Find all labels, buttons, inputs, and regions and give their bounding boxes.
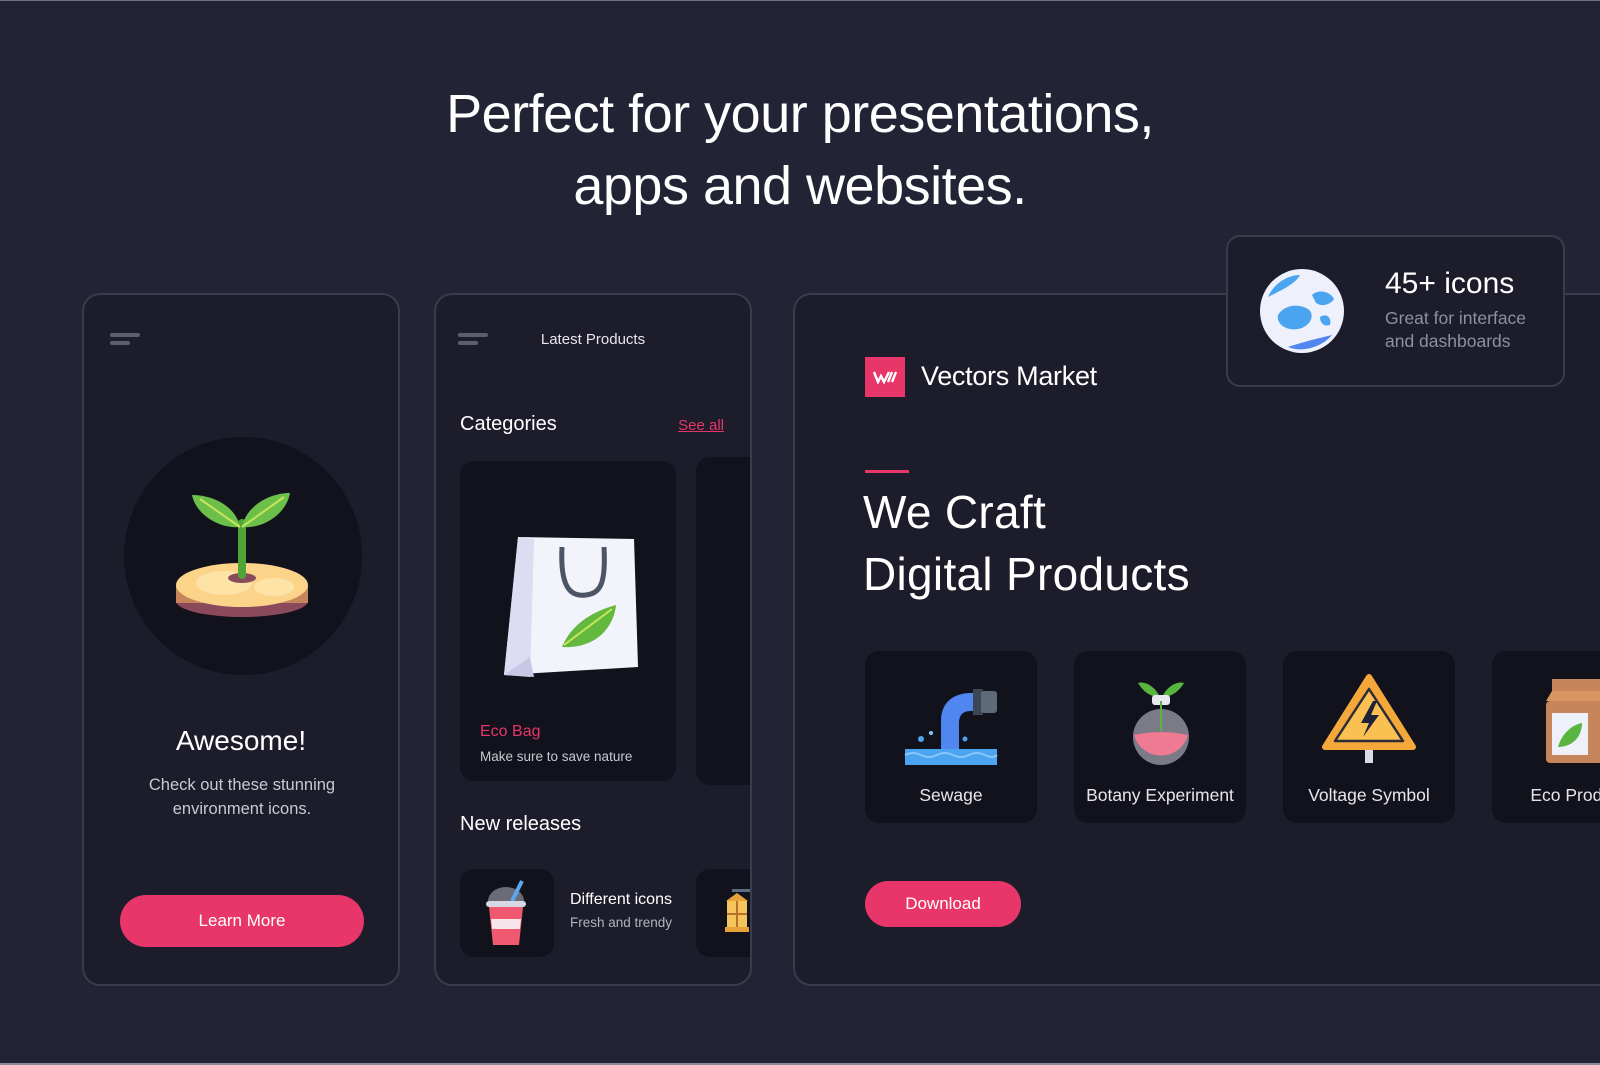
new-releases-title: New releases (460, 813, 582, 835)
category-description: Make sure to save nature (480, 749, 633, 764)
brand-name: Vectors Market (921, 361, 1097, 391)
voltage-warning-icon (1322, 674, 1416, 763)
icon-count-subtitle: Great for interface and dashboards (1385, 307, 1526, 353)
top-border (0, 0, 1600, 1)
hero-title-line-1: We Craft (863, 486, 1047, 538)
drink-cup-icon (486, 880, 526, 945)
release-subtitle: Fresh and trendy (570, 915, 673, 930)
release-thumbnail[interactable] (460, 869, 554, 957)
see-all-link[interactable]: See all (678, 417, 724, 434)
category-card-eco-bag[interactable]: Eco Bag Make sure to save nature (460, 461, 676, 781)
eco-bag-icon (504, 537, 638, 677)
icon-count-title: 45+ icons (1385, 267, 1515, 300)
vectors-market-logo-icon (873, 371, 897, 384)
botany-flask-icon (1133, 682, 1189, 765)
icon-card-voltage-symbol[interactable]: Voltage Symbol (1283, 651, 1455, 823)
categories-title: Categories (460, 413, 557, 435)
headline-line-1: Perfect for your presentations, (446, 84, 1154, 144)
learn-more-button[interactable]: Learn More (120, 895, 364, 947)
lantern-icon (725, 889, 750, 932)
illustration-circle (124, 437, 362, 675)
icon-card-botany-experiment[interactable]: Botany Experiment (1074, 651, 1246, 823)
onboarding-description: Check out these stunning environment ico… (114, 773, 370, 821)
headline-line-2: apps and websites. (573, 156, 1027, 216)
release-title: Different icons (570, 891, 672, 908)
globe-icon (1260, 269, 1344, 353)
icon-count-card: 45+ icons Great for interface and dashbo… (1226, 235, 1565, 387)
icon-count-subtitle-line-2: and dashboards (1385, 331, 1511, 351)
onboarding-description-line-1: Check out these stunning (148, 776, 336, 794)
onboarding-description-line-2: environment icons. (172, 800, 312, 818)
icon-card-label: Voltage Symbol (1308, 785, 1430, 805)
category-card-next[interactable] (696, 457, 750, 785)
hamburger-menu-icon[interactable] (110, 333, 140, 347)
sprout-on-wood-slice-icon (176, 493, 308, 617)
onboarding-phone-card: Awesome! Check out these stunning enviro… (82, 293, 400, 986)
products-phone-card: Latest Products Categories See all Eco B… (434, 293, 752, 986)
products-header-title: Latest Products (540, 331, 646, 348)
eco-product-box-icon (1546, 679, 1600, 763)
release-thumbnail-next[interactable] (696, 869, 750, 957)
icon-card-label: Eco Product (1530, 785, 1600, 805)
icon-card-label: Sewage (919, 785, 983, 805)
page-headline: Perfect for your presentations, apps and… (0, 78, 1600, 222)
brand-logo[interactable] (865, 357, 905, 397)
accent-divider (865, 470, 909, 473)
icon-card-eco-product[interactable]: Eco Product (1492, 651, 1600, 823)
icon-count-subtitle-line-1: Great for interface (1385, 308, 1527, 328)
sewage-pipe-icon (904, 689, 998, 765)
hero-title-line-2: Digital Products (863, 548, 1190, 600)
icon-card-label: Botany Experiment (1086, 785, 1234, 805)
icon-card-sewage[interactable]: Sewage (865, 651, 1037, 823)
category-name: Eco Bag (480, 723, 541, 740)
download-button[interactable]: Download (865, 881, 1021, 927)
landing-page-card: Vectors Market We Craft Digital Products… (793, 293, 1600, 986)
onboarding-title: Awesome! (175, 725, 307, 756)
